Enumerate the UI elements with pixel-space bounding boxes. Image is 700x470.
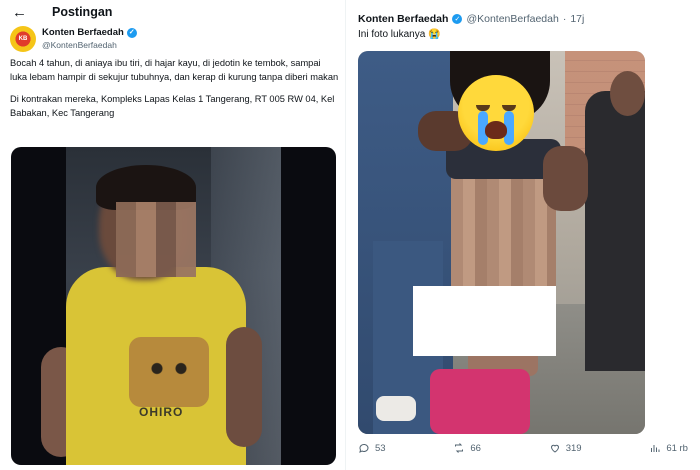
post-video[interactable]: OHIRO	[11, 147, 336, 465]
author-handle[interactable]: @KontenBerfaedah	[42, 39, 137, 51]
like-count: 319	[565, 442, 582, 454]
post-photo[interactable]	[358, 51, 645, 434]
blurred-face	[116, 202, 196, 277]
post-time[interactable]: 17j	[570, 13, 584, 25]
reply-button[interactable]: 53	[358, 442, 386, 454]
verified-badge-icon: ✓	[452, 14, 463, 24]
pixelated-body	[451, 171, 556, 301]
repost-button[interactable]: 66	[453, 442, 481, 454]
verified-badge-icon: ✓	[126, 28, 137, 38]
author-display-name[interactable]: Konten Berfaedah	[358, 13, 448, 25]
post-author[interactable]: KB Konten Berfaedah ✓ @KontenBerfaedah	[10, 26, 137, 52]
back-arrow-icon[interactable]: ←	[12, 4, 30, 21]
repost-icon	[455, 443, 464, 453]
reply-icon	[359, 443, 369, 453]
like-button[interactable]: 319	[549, 442, 582, 454]
post-paragraph-2: Di kontrakan mereka, Kompleks Lapas Kela…	[10, 94, 335, 118]
author-display-name[interactable]: Konten Berfaedah	[42, 27, 124, 39]
top-bar: ← Postingan	[0, 0, 345, 24]
repost-count: 66	[470, 442, 481, 454]
reply-count: 53	[375, 442, 386, 454]
cat-print	[129, 337, 209, 407]
avatar[interactable]: KB	[10, 26, 36, 52]
post-body: Bocah 4 tahun, di aniaya ibu tiri, di ha…	[10, 57, 340, 129]
author-handle[interactable]: @KontenBerfaedah	[466, 13, 558, 25]
right-post-panel: Konten Berfaedah ✓ @KontenBerfaedah · 17…	[346, 0, 700, 470]
views-icon	[651, 445, 660, 452]
left-post-panel: ← Postingan KB Konten Berfaedah ✓ @Konte…	[0, 0, 346, 470]
separator-dot: ·	[562, 13, 567, 25]
crying-emoji-sticker	[458, 75, 534, 151]
shirt-print-text: OHIRO	[139, 405, 184, 419]
views-button[interactable]: 61 rb	[649, 442, 688, 454]
engagement-bar: 53 66 319 61 rb	[358, 442, 688, 454]
page-title: Postingan	[52, 5, 113, 19]
post-header: Konten Berfaedah ✓ @KontenBerfaedah · 17…	[358, 13, 584, 25]
like-icon	[550, 444, 559, 453]
post-text: Ini foto lukanya 😭	[358, 29, 441, 40]
censor-box	[413, 286, 556, 356]
views-count: 61 rb	[666, 442, 688, 454]
post-paragraph-1: Bocah 4 tahun, di aniaya ibu tiri, di ha…	[10, 58, 339, 82]
